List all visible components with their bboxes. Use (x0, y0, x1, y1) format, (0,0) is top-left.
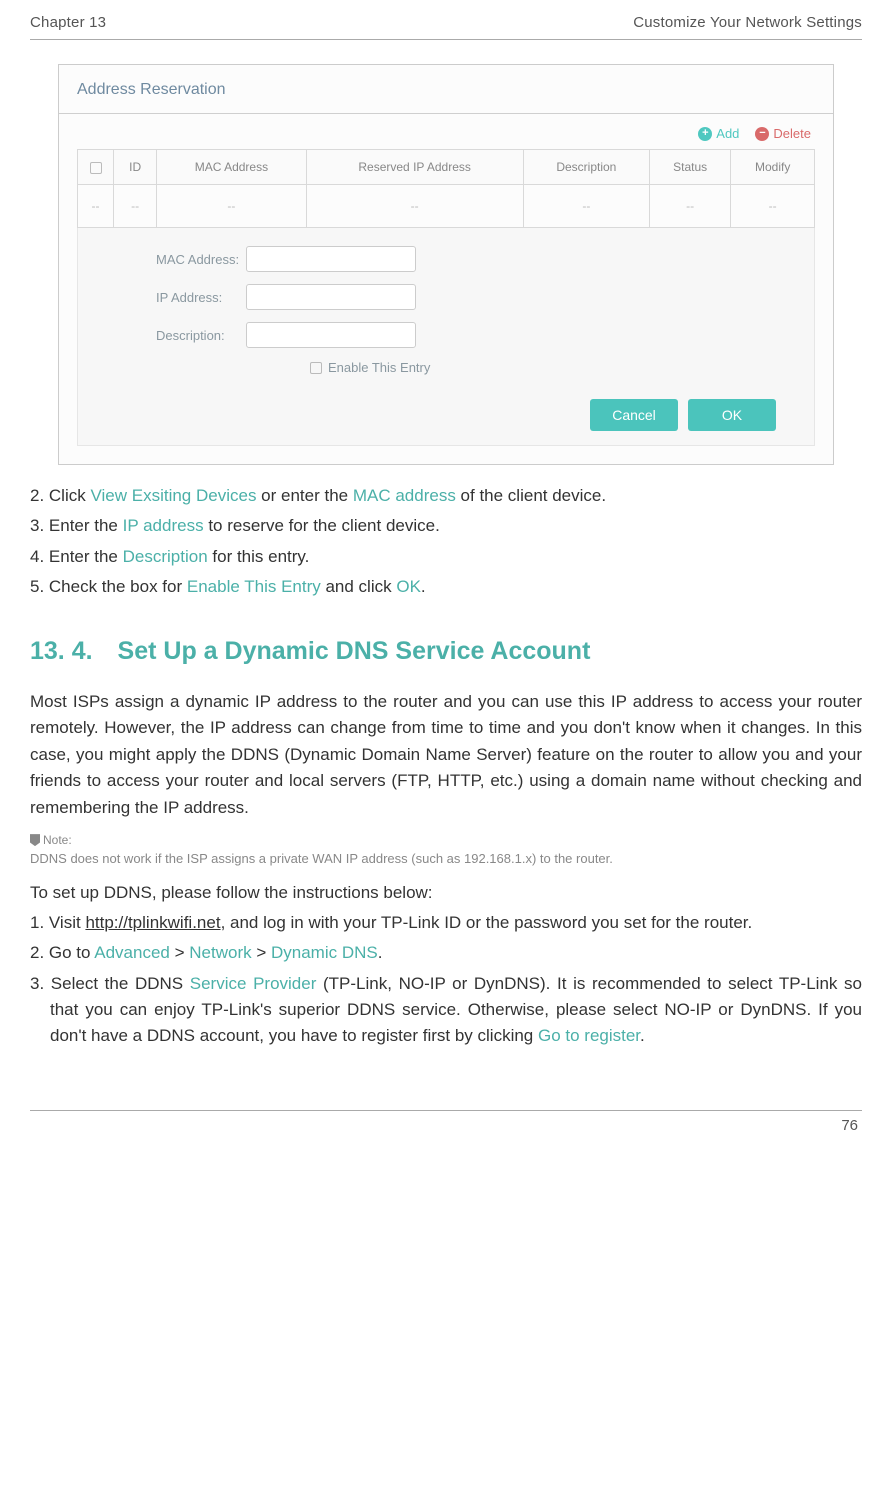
tplink-link[interactable]: http://tplinkwifi.net (85, 913, 220, 932)
address-reservation-panel: Address Reservation + Add − Delete ID M (58, 64, 834, 465)
note-text: DDNS does not work if the ISP assigns a … (30, 849, 862, 869)
enable-entry-label: Enable This Entry (328, 360, 430, 375)
header-rule (30, 39, 862, 40)
col-desc: Description (523, 150, 649, 185)
panel-title: Address Reservation (77, 75, 815, 109)
ddns-step-3: 3. Select the DDNS Service Provider (TP-… (30, 971, 862, 1050)
form-area: MAC Address: IP Address: Description: En… (77, 228, 815, 446)
enable-entry-checkbox[interactable] (310, 362, 322, 374)
add-label: Add (716, 126, 739, 141)
table-row: -- -- -- -- -- -- -- (78, 185, 815, 228)
step-2: 2. Click View Exsiting Devices or enter … (30, 483, 862, 509)
chapter-label: Chapter 13 (30, 14, 106, 31)
header-title: Customize Your Network Settings (633, 14, 862, 31)
delete-label: Delete (773, 126, 811, 141)
page-header: Chapter 13 Customize Your Network Settin… (30, 10, 862, 35)
section-heading: 13. 4. Set Up a Dynamic DNS Service Acco… (30, 632, 862, 671)
mac-label: MAC Address: (96, 252, 246, 267)
col-ip: Reserved IP Address (306, 150, 523, 185)
reservation-table: ID MAC Address Reserved IP Address Descr… (77, 149, 815, 228)
minus-icon: − (755, 127, 769, 141)
intro-paragraph: Most ISPs assign a dynamic IP address to… (30, 689, 862, 821)
note-icon (30, 834, 40, 846)
panel-rule (59, 113, 833, 114)
ok-button[interactable]: OK (688, 399, 776, 431)
delete-button[interactable]: − Delete (755, 126, 811, 141)
step-3: 3. Enter the IP address to reserve for t… (30, 513, 862, 539)
footer-rule (30, 1110, 862, 1111)
col-id: ID (114, 150, 157, 185)
cancel-button[interactable]: Cancel (590, 399, 678, 431)
page-number: 76 (30, 1117, 862, 1134)
select-all-checkbox[interactable] (90, 162, 102, 174)
desc-label: Description: (96, 328, 246, 343)
step-4: 4. Enter the Description for this entry. (30, 544, 862, 570)
ip-label: IP Address: (96, 290, 246, 305)
step-5: 5. Check the box for Enable This Entry a… (30, 574, 862, 600)
col-status: Status (650, 150, 731, 185)
plus-icon: + (698, 127, 712, 141)
ip-input[interactable] (246, 284, 416, 310)
col-mac: MAC Address (157, 150, 306, 185)
ddns-step-2: 2. Go to Advanced > Network > Dynamic DN… (30, 940, 862, 966)
desc-input[interactable] (246, 322, 416, 348)
note-label: Note: (30, 831, 862, 850)
ddns-step-1: 1. Visit http://tplinkwifi.net, and log … (30, 910, 862, 936)
mac-input[interactable] (246, 246, 416, 272)
col-modify: Modify (731, 150, 815, 185)
setup-intro: To set up DDNS, please follow the instru… (30, 880, 862, 906)
add-button[interactable]: + Add (698, 126, 739, 141)
